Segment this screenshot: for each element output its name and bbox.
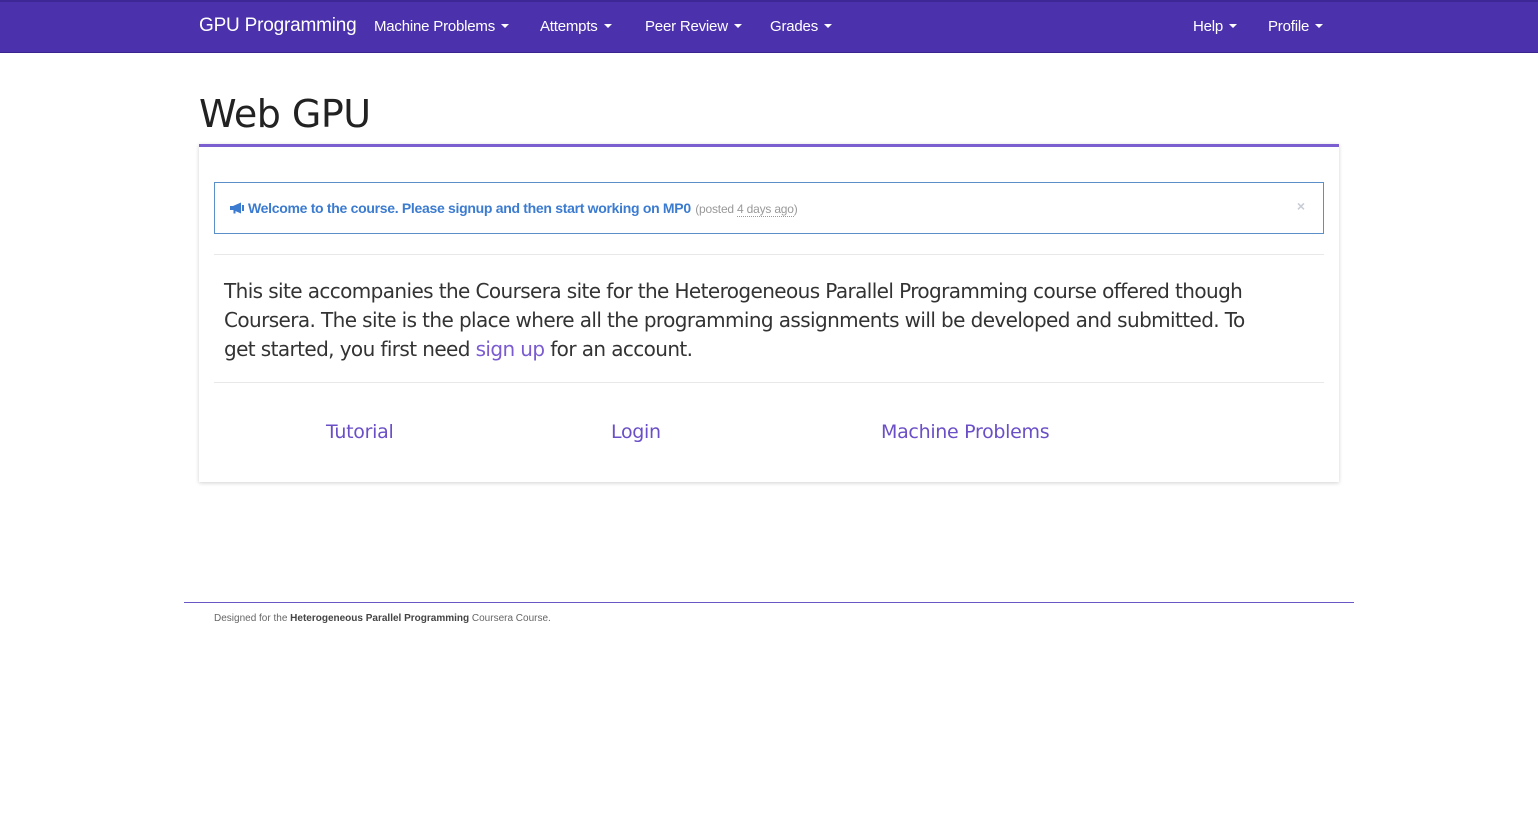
tutorial-link[interactable]: Tutorial xyxy=(326,421,394,443)
announcement-message: Welcome to the course. Please signup and… xyxy=(248,200,691,216)
nav-attempts-label: Attempts xyxy=(540,18,598,35)
posted-prefix: (posted xyxy=(695,202,738,216)
intro-paragraph: This site accompanies the Coursera site … xyxy=(224,277,1264,364)
divider xyxy=(214,254,1324,255)
posted-suffix: ) xyxy=(793,202,798,216)
main-panel: Welcome to the course. Please signup and… xyxy=(199,144,1339,482)
signup-link[interactable]: sign up xyxy=(476,337,545,361)
caret-down-icon xyxy=(603,24,612,29)
page-title: Web GPU xyxy=(199,92,371,136)
top-navbar: GPU Programming Machine Problems Attempt… xyxy=(0,0,1538,53)
announcement-body: Welcome to the course. Please signup and… xyxy=(229,200,798,219)
announcement-alert: Welcome to the course. Please signup and… xyxy=(214,182,1324,234)
brand-link[interactable]: GPU Programming xyxy=(199,15,357,37)
posted-time: 4 days ago xyxy=(737,202,794,217)
nav-machine-problems-label: Machine Problems xyxy=(374,18,496,35)
machine-problems-link[interactable]: Machine Problems xyxy=(881,421,1050,443)
nav-profile-label: Profile xyxy=(1268,18,1310,35)
footer-course-name: Heterogeneous Parallel Programming xyxy=(290,613,470,624)
nav-attempts[interactable]: Attempts xyxy=(540,18,612,35)
nav-help[interactable]: Help xyxy=(1193,18,1238,35)
nav-machine-problems[interactable]: Machine Problems xyxy=(374,18,510,35)
footer-suffix: Coursera Course. xyxy=(469,613,551,624)
footer-prefix: Designed for the xyxy=(214,613,291,624)
divider xyxy=(214,382,1324,383)
close-icon[interactable]: × xyxy=(1297,198,1305,214)
intro-text-after: for an account. xyxy=(544,337,693,361)
footer-text: Designed for the Heterogeneous Parallel … xyxy=(214,613,551,624)
caret-down-icon xyxy=(733,24,742,29)
intro-text-before: This site accompanies the Coursera site … xyxy=(224,279,1245,361)
nav-grades[interactable]: Grades xyxy=(770,18,832,35)
caret-down-icon xyxy=(1315,24,1324,29)
nav-grades-label: Grades xyxy=(770,18,818,35)
nav-peer-review[interactable]: Peer Review xyxy=(645,18,742,35)
announcement-posted: (posted 4 days ago) xyxy=(695,202,798,217)
nav-peer-review-label: Peer Review xyxy=(645,18,728,35)
footer-divider xyxy=(184,602,1354,603)
login-link[interactable]: Login xyxy=(611,421,661,443)
caret-down-icon xyxy=(501,24,510,29)
caret-down-icon xyxy=(1229,24,1238,29)
caret-down-icon xyxy=(824,24,832,29)
megaphone-icon xyxy=(229,201,245,219)
nav-help-label: Help xyxy=(1193,18,1224,35)
nav-profile[interactable]: Profile xyxy=(1268,18,1324,35)
